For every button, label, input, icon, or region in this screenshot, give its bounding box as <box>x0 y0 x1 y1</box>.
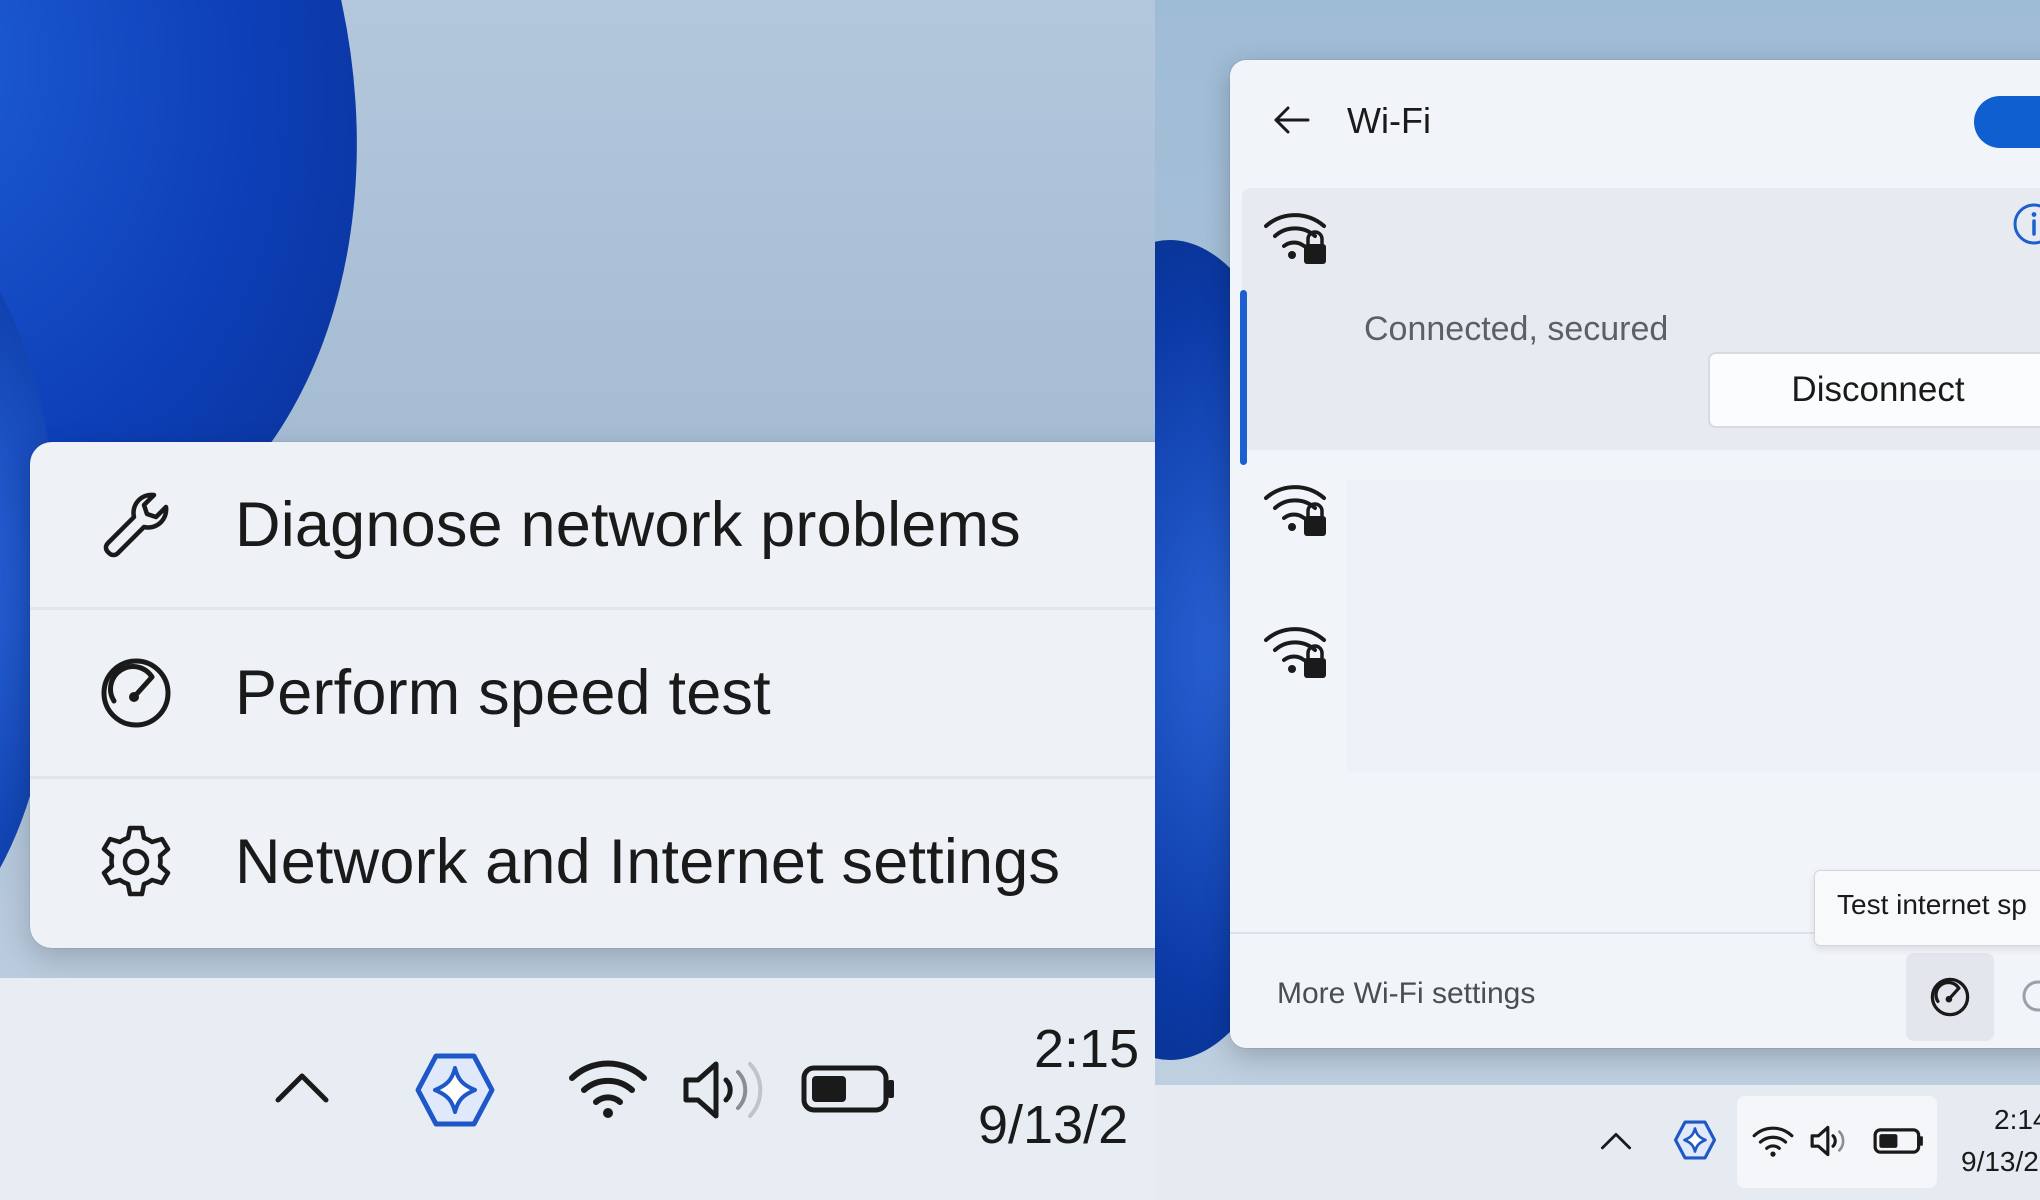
menu-item-speed-test[interactable]: Perform speed test <box>30 610 1155 775</box>
network-context-menu: Diagnose network problems Perform speed … <box>30 442 1155 948</box>
info-icon[interactable] <box>2012 202 2040 246</box>
battery-icon[interactable] <box>800 1064 898 1114</box>
wifi-secured-icon[interactable] <box>1262 620 1330 682</box>
flyout-title: Wi-Fi <box>1347 100 1431 141</box>
chevron-up-icon[interactable] <box>272 1066 332 1106</box>
redacted-network-names <box>1347 480 2040 772</box>
speed-test-button[interactable] <box>1906 953 1994 1041</box>
wifi-icon[interactable] <box>566 1056 650 1120</box>
taskbar-clock-date[interactable]: 9/13/2 <box>978 1094 1128 1156</box>
selection-indicator <box>1240 290 1247 465</box>
disconnect-button[interactable]: Disconnect <box>1708 352 2040 428</box>
chevron-up-icon[interactable] <box>1599 1128 1633 1152</box>
speedometer-icon <box>1930 977 1970 1017</box>
volume-icon[interactable] <box>1809 1124 1855 1158</box>
taskbar-clock-time[interactable]: 2:14 <box>1994 1104 2040 1136</box>
taskbar-clock-time[interactable]: 2:15 <box>1034 1018 1139 1080</box>
wifi-secured-icon[interactable] <box>1262 478 1330 540</box>
right-screenshot-pane: Wi-Fi Connected, secured Disconnect More… <box>1155 0 2040 1200</box>
more-wifi-settings-link[interactable]: More Wi-Fi settings <box>1277 977 1535 1011</box>
taskbar-clock-date[interactable]: 9/13/2 <box>1961 1146 2039 1178</box>
wifi-icon[interactable] <box>1751 1124 1795 1158</box>
menu-item-label: Perform speed test <box>235 657 771 728</box>
copilot-icon[interactable] <box>414 1052 496 1128</box>
battery-icon[interactable] <box>1873 1127 1925 1155</box>
copilot-icon[interactable] <box>1673 1120 1717 1160</box>
menu-item-network-settings[interactable]: Network and Internet settings <box>30 779 1155 944</box>
wrench-icon <box>103 492 169 557</box>
wifi-secured-icon <box>1264 213 1326 264</box>
speed-test-tooltip: Test internet sp <box>1814 870 2040 946</box>
menu-item-diagnose[interactable]: Diagnose network problems <box>30 442 1155 607</box>
back-arrow-icon[interactable] <box>1270 98 1314 142</box>
menu-item-label: Diagnose network problems <box>235 489 1021 560</box>
gear-icon <box>101 825 171 896</box>
connection-status: Connected, secured <box>1364 310 1669 348</box>
settings-icon[interactable] <box>2020 978 2040 1014</box>
speedometer-icon <box>101 658 171 727</box>
wifi-toggle[interactable] <box>1974 96 2040 148</box>
volume-icon[interactable] <box>680 1058 768 1122</box>
menu-item-label: Network and Internet settings <box>235 826 1061 897</box>
left-screenshot-pane: Diagnose network problems Perform speed … <box>0 0 1155 1200</box>
